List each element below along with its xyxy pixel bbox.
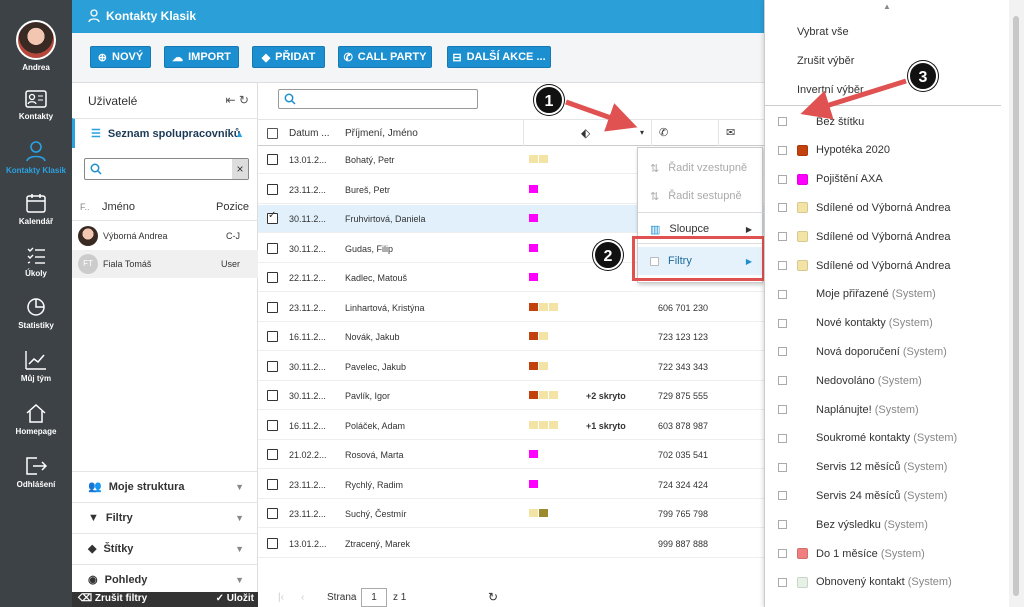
callout-2: 2	[593, 240, 623, 270]
annotation-arrows	[565, 78, 907, 132]
callout-3: 3	[908, 61, 938, 91]
callout-1: 1	[534, 85, 564, 115]
